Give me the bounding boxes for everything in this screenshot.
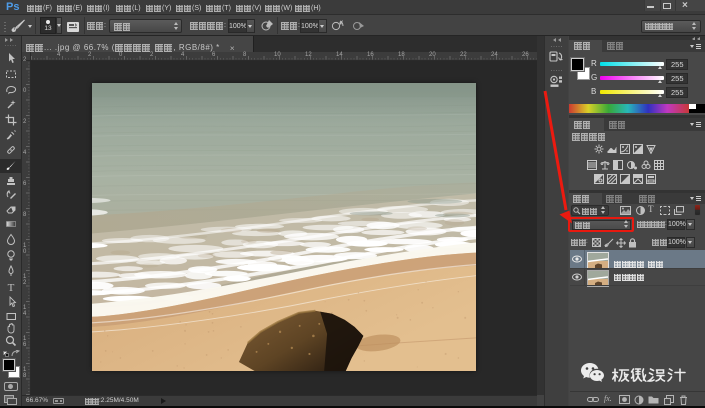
svg-text:T: T — [8, 282, 15, 293]
